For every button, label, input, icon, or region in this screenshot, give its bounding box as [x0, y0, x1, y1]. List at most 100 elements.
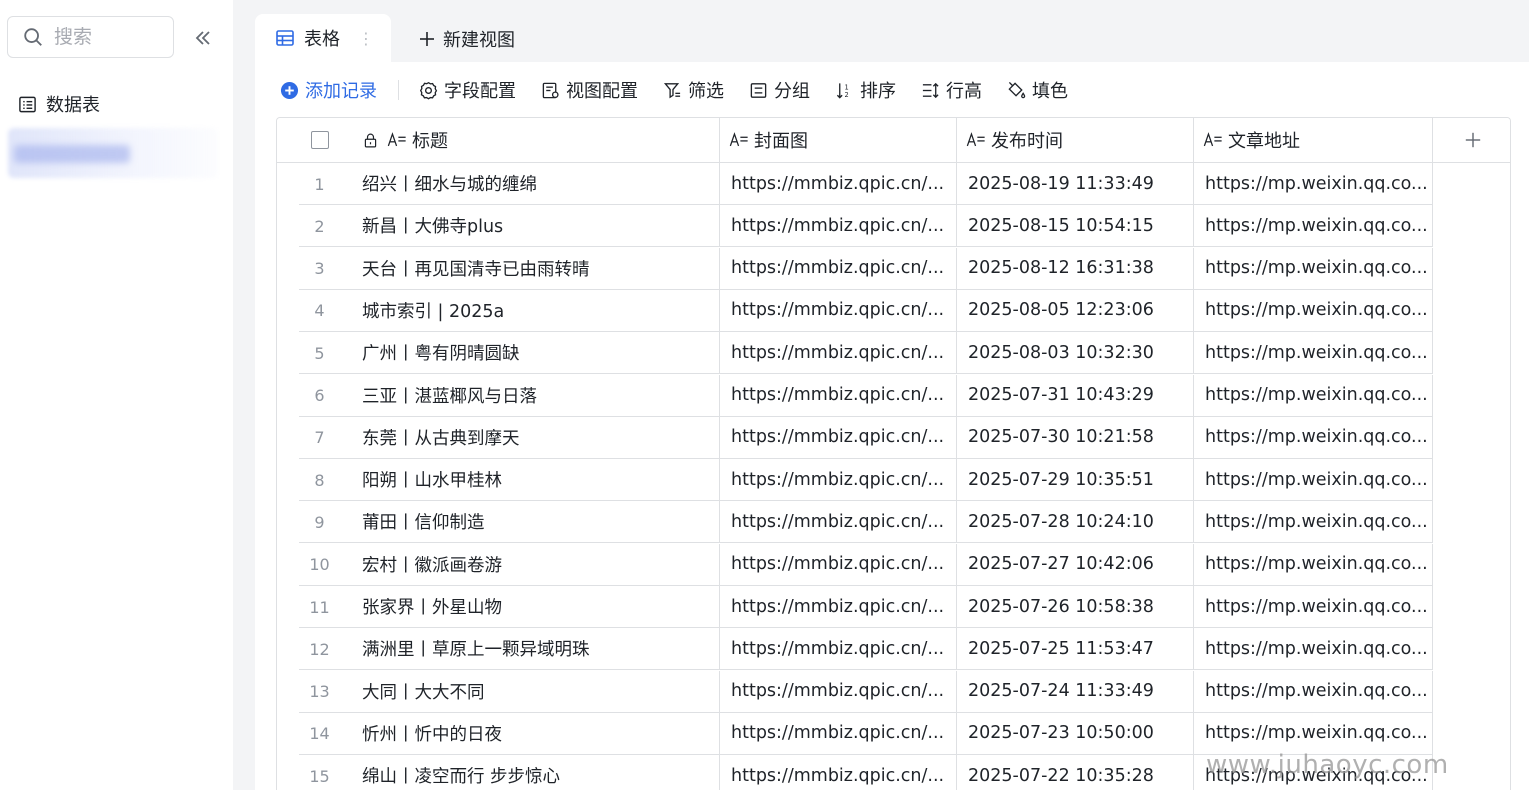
view-content: 添加记录 字段配置 视图配置 筛选 分组 12 排序 行高 填色 标题 封面图 …	[255, 62, 1529, 790]
cell-time[interactable]: 2025-07-28 10:24:10	[957, 501, 1194, 544]
sidebar-item-blurred[interactable]	[8, 128, 218, 178]
cell-time[interactable]: 2025-07-26 10:58:38	[957, 586, 1194, 628]
cell-title[interactable]: 广州丨粤有阴晴圆缺	[362, 332, 720, 375]
cell-time[interactable]: 2025-07-30 10:21:58	[957, 416, 1194, 459]
view-config-button[interactable]: 视图配置	[541, 75, 638, 105]
add-record-button[interactable]: 添加记录	[280, 75, 377, 105]
cell-time[interactable]: 2025-08-12 16:31:38	[957, 247, 1194, 290]
cell-title[interactable]: 忻州丨忻中的日夜	[362, 712, 720, 755]
search-input[interactable]	[54, 26, 164, 48]
cell-cover[interactable]: https://mmbiz.qpic.cn/...	[720, 628, 957, 671]
cell-time[interactable]: 2025-07-31 10:43:29	[957, 374, 1194, 417]
table-row[interactable]: 8 阳朔丨山水甲桂林 https://mmbiz.qpic.cn/... 2025-0…	[277, 459, 1510, 502]
table-row[interactable]: 2 新昌丨大佛寺plus https://mmbiz.qpic.cn/... 2025…	[277, 205, 1510, 248]
table-row[interactable]: 13 大同丨大大不同 https://mmbiz.qpic.cn/... 2025-0…	[277, 670, 1510, 713]
fill-color-button[interactable]: 填色	[1007, 75, 1068, 105]
cell-time[interactable]: 2025-08-19 11:33:49	[957, 163, 1194, 205]
cell-cover[interactable]: https://mmbiz.qpic.cn/...	[720, 712, 957, 755]
cell-cover[interactable]: https://mmbiz.qpic.cn/...	[720, 416, 957, 459]
cell-url[interactable]: https://mp.weixin.qq.co...	[1194, 374, 1433, 417]
cell-time[interactable]: 2025-07-27 10:42:06	[957, 543, 1194, 586]
cell-cover[interactable]: https://mmbiz.qpic.cn/...	[720, 205, 957, 248]
row-number: 8	[314, 470, 325, 490]
watermark-text: www.juhaoyc.com	[1206, 750, 1449, 780]
table-row[interactable]: 7 东莞丨从古典到摩天 https://mmbiz.qpic.cn/... 2025-…	[277, 416, 1510, 459]
cell-url[interactable]: https://mp.weixin.qq.co...	[1194, 332, 1433, 375]
cell-cover[interactable]: https://mmbiz.qpic.cn/...	[720, 543, 957, 586]
cell-cover[interactable]: https://mmbiz.qpic.cn/...	[720, 670, 957, 713]
cell-url[interactable]: https://mp.weixin.qq.co...	[1194, 543, 1433, 586]
table-row[interactable]: 6 三亚丨湛蓝椰风与日落 https://mmbiz.qpic.cn/... 2025…	[277, 374, 1510, 417]
table-row[interactable]: 4 城市索引 | 2025a https://mmbiz.qpic.cn/... 20…	[277, 289, 1510, 332]
cell-cover[interactable]: https://mmbiz.qpic.cn/...	[720, 163, 957, 205]
table-row[interactable]: 9 莆田丨信仰制造 https://mmbiz.qpic.cn/... 2025-07…	[277, 501, 1510, 544]
cell-cover[interactable]: https://mmbiz.qpic.cn/...	[720, 586, 957, 628]
cell-url[interactable]: https://mp.weixin.qq.co...	[1194, 670, 1433, 713]
cell-title[interactable]: 绵山丨凌空而行 步步惊心	[362, 755, 720, 790]
table-row[interactable]: 1 绍兴丨细水与城的缠绵 https://mmbiz.qpic.cn/... 2025…	[277, 163, 1510, 205]
cell-cover[interactable]: https://mmbiz.qpic.cn/...	[720, 289, 957, 332]
row-height-button[interactable]: 行高	[921, 75, 982, 105]
select-all-checkbox[interactable]	[310, 131, 329, 149]
table-row[interactable]: 14 忻州丨忻中的日夜 https://mmbiz.qpic.cn/... 2025-…	[277, 712, 1510, 755]
view-config-icon	[542, 82, 559, 98]
cell-cover[interactable]: https://mmbiz.qpic.cn/...	[720, 374, 957, 417]
cell-title[interactable]: 宏村丨徽派画卷游	[362, 543, 720, 586]
cell-cover[interactable]: https://mmbiz.qpic.cn/...	[720, 459, 957, 502]
cell-title[interactable]: 城市索引 | 2025a	[362, 289, 720, 332]
cell-url[interactable]: https://mp.weixin.qq.co...	[1194, 712, 1433, 755]
add-column-button[interactable]	[1433, 118, 1510, 162]
cell-url[interactable]: https://mp.weixin.qq.co...	[1194, 163, 1433, 205]
table-row[interactable]: 3 天台丨再见国清寺已由雨转晴 https://mmbiz.qpic.cn/... 2…	[277, 247, 1510, 290]
cell-url[interactable]: https://mp.weixin.qq.co...	[1194, 247, 1433, 290]
table-row[interactable]: 10 宏村丨徽派画卷游 https://mmbiz.qpic.cn/... 2025-…	[277, 543, 1510, 586]
cell-url[interactable]: https://mp.weixin.qq.co...	[1194, 416, 1433, 459]
cell-time[interactable]: 2025-07-23 10:50:00	[957, 712, 1194, 755]
cell-url[interactable]: https://mp.weixin.qq.co...	[1194, 586, 1433, 628]
column-header-cover[interactable]: 封面图	[720, 118, 957, 162]
cell-url[interactable]: https://mp.weixin.qq.co...	[1194, 459, 1433, 502]
column-header-publish-time[interactable]: 发布时间	[957, 118, 1194, 162]
cell-cover[interactable]: https://mmbiz.qpic.cn/...	[720, 247, 957, 290]
column-label: 文章地址	[1228, 131, 1300, 152]
table-row[interactable]: 11 张家界丨外星山物 https://mmbiz.qpic.cn/... 2025-…	[277, 586, 1510, 628]
cell-title[interactable]: 大同丨大大不同	[362, 670, 720, 713]
cell-title[interactable]: 张家界丨外星山物	[362, 586, 720, 628]
cell-url[interactable]: https://mp.weixin.qq.co...	[1194, 289, 1433, 332]
cell-url[interactable]: https://mp.weixin.qq.co...	[1194, 501, 1433, 544]
collapse-sidebar-button[interactable]	[190, 25, 216, 51]
column-header-article-url[interactable]: 文章地址	[1194, 118, 1433, 162]
field-config-button[interactable]: 字段配置	[419, 75, 516, 105]
cell-title[interactable]: 绍兴丨细水与城的缠绵	[362, 163, 720, 205]
cell-time[interactable]: 2025-08-05 12:23:06	[957, 289, 1194, 332]
column-header-title[interactable]: 标题	[362, 118, 720, 162]
table-row[interactable]: 12 满洲里丨草原上一颗异域明珠 https://mmbiz.qpic.cn/...…	[277, 628, 1510, 671]
filter-button[interactable]: 筛选	[663, 75, 724, 105]
cell-title[interactable]: 莆田丨信仰制造	[362, 501, 720, 544]
cell-cover[interactable]: https://mmbiz.qpic.cn/...	[720, 501, 957, 544]
sort-button[interactable]: 12 排序	[835, 75, 896, 105]
cell-time[interactable]: 2025-08-03 10:32:30	[957, 332, 1194, 375]
cell-title[interactable]: 阳朔丨山水甲桂林	[362, 459, 720, 502]
cell-time[interactable]: 2025-07-24 11:33:49	[957, 670, 1194, 713]
cell-time[interactable]: 2025-07-29 10:35:51	[957, 459, 1194, 502]
search-box[interactable]	[7, 16, 174, 58]
cell-time[interactable]: 2025-07-22 10:35:28	[957, 755, 1194, 790]
cell-title[interactable]: 三亚丨湛蓝椰风与日落	[362, 374, 720, 417]
group-button[interactable]: 分组	[749, 75, 810, 105]
sidebar-item-datatable[interactable]: 数据表	[18, 88, 100, 120]
cell-title[interactable]: 满洲里丨草原上一颗异域明珠	[362, 628, 720, 671]
more-vertical-icon[interactable]: ⋮	[358, 29, 374, 48]
cell-url[interactable]: https://mp.weixin.qq.co...	[1194, 628, 1433, 671]
cell-url[interactable]: https://mp.weixin.qq.co...	[1194, 205, 1433, 248]
cell-title[interactable]: 天台丨再见国清寺已由雨转晴	[362, 247, 720, 290]
cell-time[interactable]: 2025-08-15 10:54:15	[957, 205, 1194, 248]
table-row[interactable]: 5 广州丨粤有阴晴圆缺 https://mmbiz.qpic.cn/... 2025-…	[277, 332, 1510, 375]
tab-grid-view[interactable]: 表格 ⋮	[255, 14, 391, 62]
cell-title[interactable]: 新昌丨大佛寺plus	[362, 205, 720, 248]
cell-time[interactable]: 2025-07-25 11:53:47	[957, 628, 1194, 671]
cell-cover[interactable]: https://mmbiz.qpic.cn/...	[720, 755, 957, 790]
new-view-button[interactable]: 新建视图	[417, 26, 515, 52]
cell-title[interactable]: 东莞丨从古典到摩天	[362, 416, 720, 459]
cell-cover[interactable]: https://mmbiz.qpic.cn/...	[720, 332, 957, 375]
